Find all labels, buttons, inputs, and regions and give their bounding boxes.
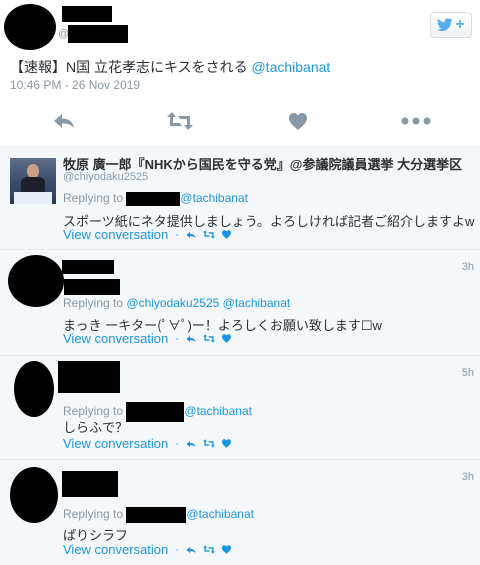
- dot-icon: ·: [175, 332, 179, 345]
- reply-author-name-redacted[interactable]: [62, 260, 114, 274]
- tweet-mention-link[interactable]: @tachibanat: [251, 59, 330, 75]
- author-handle-redacted: [68, 25, 128, 43]
- reply-author-handle: @chiyodaku2525: [63, 171, 149, 183]
- replying-to-line: Replying to @tachibanat: [63, 191, 248, 206]
- reply-author-name-redacted[interactable]: [62, 471, 118, 497]
- replying-mention-link[interactable]: @tachibanat: [180, 191, 248, 205]
- replying-to-label: Replying to: [63, 191, 124, 205]
- reply-meta: View conversation ·: [63, 227, 231, 242]
- more-button[interactable]: [396, 108, 436, 134]
- tweet-action-bar: [0, 100, 480, 142]
- reply-small-icon[interactable]: [186, 335, 196, 343]
- replying-to-label: Replying to: [63, 296, 124, 310]
- heart-small-icon[interactable]: [221, 439, 231, 448]
- heart-small-icon[interactable]: [221, 230, 231, 239]
- redacted-mention: [126, 402, 185, 422]
- main-tweet: @ + 【速報】N国 立花孝志にキスをされる @tachibanat 10:46…: [0, 0, 480, 145]
- heart-icon: [289, 112, 307, 130]
- replying-mention-link[interactable]: @tachibanat: [184, 404, 252, 418]
- twitter-bird-icon: [437, 18, 454, 32]
- reply-item[interactable]: 5h Replying to @tachibanat しらふで？ View co…: [0, 355, 480, 459]
- reply-time[interactable]: 5h: [462, 367, 474, 379]
- replying-to-label: Replying to: [63, 507, 124, 522]
- retweet-small-icon[interactable]: [202, 334, 215, 343]
- heart-small-icon[interactable]: [221, 334, 231, 343]
- view-conversation-link[interactable]: View conversation: [63, 331, 168, 346]
- reply-meta: View conversation ·: [63, 542, 231, 557]
- replying-to-line: Replying to @tachibanat: [63, 507, 254, 523]
- tweet-text: 【速報】N国 立花孝志にキスをされる @tachibanat: [10, 57, 330, 77]
- author-name-redacted[interactable]: [62, 6, 112, 22]
- retweet-button[interactable]: [160, 108, 200, 134]
- view-conversation-link[interactable]: View conversation: [63, 227, 168, 242]
- dot-icon: ·: [175, 228, 179, 241]
- tweet-timestamp[interactable]: 10:46 PM - 26 Nov 2019: [10, 78, 140, 92]
- retweet-icon: [167, 112, 193, 130]
- reply-text: しらふで？: [63, 420, 129, 435]
- reply-item[interactable]: 牧原 廣一郎『NHKから国民を守る党』@参議院議員選挙 大分選挙区 @chiyo…: [0, 145, 480, 249]
- replying-mention-link[interactable]: @chiyodaku2525 @tachibanat: [126, 296, 290, 310]
- retweet-small-icon[interactable]: [202, 439, 215, 448]
- tweet-text-body: 【速報】N国 立花孝志にキスをされる: [10, 59, 252, 75]
- reply-icon: [54, 114, 74, 128]
- more-icon: [401, 117, 431, 125]
- follow-plus: +: [455, 16, 465, 33]
- reply-time[interactable]: 3h: [462, 471, 474, 483]
- dot-icon: ·: [175, 437, 179, 450]
- replying-to-line: Replying to @chiyodaku2525 @tachibanat: [63, 296, 290, 310]
- reply-small-icon[interactable]: [186, 440, 196, 448]
- reply-item[interactable]: 3h Replying to @tachibanat ぱりシラフ View co…: [0, 459, 480, 565]
- redacted-mention: [126, 191, 181, 206]
- redacted-mention: [126, 507, 187, 523]
- retweet-small-icon[interactable]: [202, 545, 215, 554]
- heart-small-icon[interactable]: [221, 545, 231, 554]
- view-conversation-link[interactable]: View conversation: [63, 436, 168, 451]
- reply-meta: View conversation ·: [63, 436, 231, 451]
- avatar-podium: [14, 192, 52, 204]
- reply-small-icon[interactable]: [186, 231, 196, 239]
- retweet-small-icon[interactable]: [202, 230, 215, 239]
- reply-author-name-redacted[interactable]: [58, 361, 120, 393]
- reply-time[interactable]: 3h: [462, 261, 474, 273]
- reply-meta: View conversation ·: [63, 331, 231, 346]
- reply-item[interactable]: 3h Replying to @chiyodaku2525 @tachibana…: [0, 249, 480, 355]
- follow-button[interactable]: +: [430, 12, 472, 38]
- reply-author-handle-redacted: [64, 279, 120, 295]
- dot-icon: ·: [175, 543, 179, 556]
- author-avatar-redacted[interactable]: [4, 4, 56, 50]
- reply-button[interactable]: [44, 108, 84, 134]
- replying-mention-link[interactable]: @tachibanat: [186, 507, 254, 521]
- like-button[interactable]: [278, 108, 318, 134]
- reply-avatar-photo[interactable]: [10, 158, 56, 204]
- view-conversation-link[interactable]: View conversation: [63, 542, 168, 557]
- reply-avatar-redacted[interactable]: [14, 361, 54, 417]
- reply-small-icon[interactable]: [186, 546, 196, 554]
- reply-avatar-redacted[interactable]: [8, 255, 64, 307]
- reply-avatar-redacted[interactable]: [10, 467, 58, 523]
- avatar-head: [27, 164, 39, 178]
